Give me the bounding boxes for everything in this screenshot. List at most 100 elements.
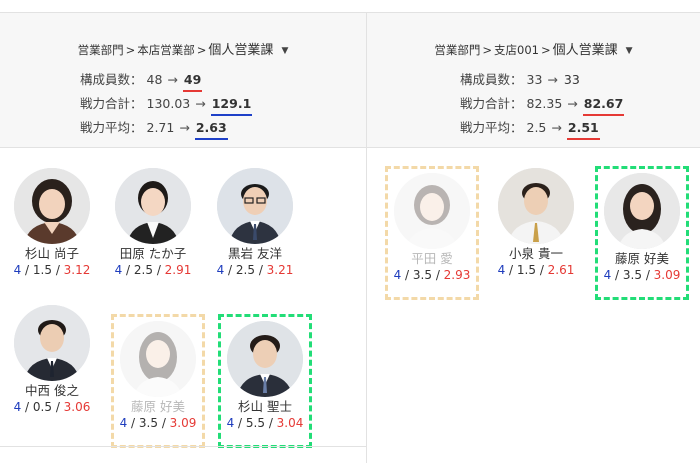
breadcrumb-item: 営業部門 <box>77 43 124 57</box>
man-glasses-avatar <box>217 168 293 244</box>
breadcrumb-separator: > <box>482 43 493 57</box>
member-card[interactable]: 中西 俊之 4 / 0.5 / 3.06 <box>8 305 96 415</box>
stat-old-value: 2.5 <box>526 120 547 135</box>
member-metrics: 4 / 2.5 / 2.91 <box>114 263 192 277</box>
man-tie-avatar <box>498 168 574 244</box>
department-column-left: 営業部門 > 本店営業部 > 個人営業課 ▼ 構成員数： 48 → 49 戦力合計： 130.… <box>0 13 367 463</box>
man-young-avatar <box>227 321 303 397</box>
breadcrumb-separator: > <box>196 43 207 57</box>
metric-b: 5.5 <box>245 416 265 430</box>
member-card[interactable]: 田原 たか子 4 / 2.5 / 2.91 <box>109 168 197 278</box>
stat-new-value: 2.63 <box>194 118 228 140</box>
member-name: 中西 俊之 <box>25 383 79 398</box>
arrow-right-icon: → <box>567 96 578 111</box>
metric-c: 3.12 <box>63 263 91 277</box>
arrow-right-icon: → <box>551 120 562 135</box>
member-name: 田原 たか子 <box>119 246 187 261</box>
stat-label: 戦力合計： <box>80 96 143 111</box>
stat-new-value: 33 <box>563 72 580 87</box>
member-card[interactable]: 黒岩 友洋 4 / 2.5 / 3.21 <box>211 168 299 278</box>
member-name: 杉山 尚子 <box>25 246 79 261</box>
member-metrics: 4 / 3.5 / 2.93 <box>393 268 471 282</box>
metric-a: 4 <box>226 416 235 430</box>
department-header: 営業部門 > 支店001 > 個人営業課 ▼ 構成員数： 33 → 33 戦力合計： 82.3… <box>367 13 700 148</box>
metric-b: 3.5 <box>412 268 432 282</box>
metric-c: 2.93 <box>443 268 471 282</box>
member-name: 平田 愛 <box>411 251 453 266</box>
woman-bob-avatar <box>394 173 470 249</box>
metric-b: 2.5 <box>133 263 153 277</box>
stat-member-count: 構成員数： 48 → 49 <box>80 70 252 94</box>
stat-label: 戦力合計： <box>460 96 523 111</box>
stat-label: 戦力平均： <box>460 120 523 135</box>
breadcrumb-separator: > <box>125 43 136 57</box>
stat-new-value: 49 <box>182 70 203 92</box>
metric-b: 1.5 <box>32 263 52 277</box>
member-card-added[interactable]: 藤原 好美 4 / 3.5 / 3.09 <box>595 166 689 300</box>
stat-old-value: 48 <box>146 72 163 87</box>
member-card-added[interactable]: 杉山 聖士 4 / 5.5 / 3.04 <box>218 314 312 448</box>
stat-label: 戦力平均： <box>80 120 143 135</box>
metric-a: 4 <box>13 263 22 277</box>
member-card-removed[interactable]: 平田 愛 4 / 3.5 / 2.93 <box>385 166 479 300</box>
dropdown-caret-icon[interactable]: ▼ <box>281 46 288 56</box>
transfer-board: 営業部門 > 本店営業部 > 個人営業課 ▼ 構成員数： 48 → 49 戦力合計： 130.… <box>0 12 700 463</box>
metric-a: 4 <box>114 263 123 277</box>
stat-power-total: 戦力合計： 130.03 → 129.1 <box>80 94 253 118</box>
member-metrics: 4 / 1.5 / 3.12 <box>13 263 91 277</box>
department-column-right: 営業部門 > 支店001 > 個人営業課 ▼ 構成員数： 33 → 33 戦力合計： 82.3… <box>367 13 700 463</box>
stat-label: 構成員数： <box>80 72 143 87</box>
stat-member-count: 構成員数： 33 → 33 <box>460 70 624 94</box>
dropdown-caret-icon[interactable]: ▼ <box>626 46 633 56</box>
metric-b: 2.5 <box>235 263 255 277</box>
stat-old-value: 2.71 <box>146 120 175 135</box>
metric-c: 3.09 <box>653 268 681 282</box>
member-card-removed[interactable]: 藤原 好美 4 / 3.5 / 3.09 <box>111 314 205 448</box>
metric-a: 4 <box>497 263 506 277</box>
stat-label: 構成員数： <box>460 72 523 87</box>
arrow-right-icon: → <box>547 72 558 87</box>
divider <box>0 446 366 447</box>
metric-a: 4 <box>603 268 612 282</box>
stat-power-average: 戦力平均： 2.71 → 2.63 <box>80 118 252 142</box>
metric-c: 2.61 <box>547 263 575 277</box>
stat-old-value: 82.35 <box>526 96 563 111</box>
metric-a: 4 <box>13 400 22 414</box>
metric-b: 1.5 <box>516 263 536 277</box>
metric-c: 3.09 <box>169 416 197 430</box>
member-name: 小泉 貴一 <box>509 246 563 261</box>
breadcrumb-item: 本店営業部 <box>137 43 195 57</box>
stat-power-total: 戦力合計： 82.35 → 82.67 <box>460 94 625 118</box>
member-name: 黒岩 友洋 <box>228 246 282 261</box>
breadcrumb-item: 営業部門 <box>434 43 481 57</box>
arrow-right-icon: → <box>179 120 190 135</box>
member-card[interactable]: 小泉 貴一 4 / 1.5 / 2.61 <box>492 168 580 278</box>
member-metrics: 4 / 5.5 / 3.04 <box>226 416 304 430</box>
department-header: 営業部門 > 本店営業部 > 個人営業課 ▼ 構成員数： 48 → 49 戦力合計： 130.… <box>0 13 366 148</box>
member-metrics: 4 / 3.5 / 3.09 <box>603 268 681 282</box>
stat-new-value: 2.51 <box>566 118 600 140</box>
stat-old-value: 130.03 <box>146 96 191 111</box>
woman-short-hair-avatar <box>14 168 90 244</box>
metric-a: 4 <box>216 263 225 277</box>
breadcrumb-current: 個人営業課 <box>208 43 274 58</box>
member-name: 杉山 聖士 <box>238 399 292 414</box>
breadcrumb-separator: > <box>541 43 551 57</box>
metric-a: 4 <box>119 416 128 430</box>
breadcrumb[interactable]: 営業部門 > 支店001 > 個人営業課 ▼ <box>367 39 700 58</box>
breadcrumb-item: 支店001 <box>494 43 539 57</box>
breadcrumb[interactable]: 営業部門 > 本店営業部 > 個人営業課 ▼ <box>0 39 366 58</box>
metric-a: 4 <box>393 268 402 282</box>
man-suit-avatar <box>14 305 90 381</box>
stat-new-value: 82.67 <box>582 94 625 116</box>
stat-power-average: 戦力平均： 2.5 → 2.51 <box>460 118 624 142</box>
woman-ponytail-avatar <box>115 168 191 244</box>
stats-panel: 構成員数： 48 → 49 戦力合計： 130.03 → 129.1 戦力平均： 2.7… <box>80 70 253 142</box>
woman-long-hair-avatar <box>604 173 680 249</box>
breadcrumb-current: 個人営業課 <box>552 43 618 58</box>
member-metrics: 4 / 3.5 / 3.09 <box>119 416 197 430</box>
member-card[interactable]: 杉山 尚子 4 / 1.5 / 3.12 <box>8 168 96 278</box>
member-name: 藤原 好美 <box>615 251 669 266</box>
stat-new-value: 129.1 <box>210 94 253 116</box>
metric-b: 0.5 <box>32 400 52 414</box>
